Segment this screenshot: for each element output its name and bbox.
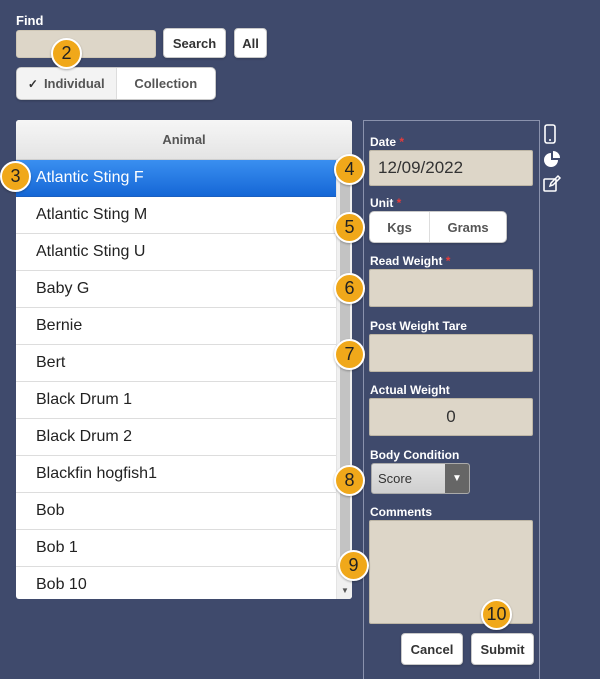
body-condition-label: Body Condition — [370, 448, 460, 462]
cancel-button[interactable]: Cancel — [401, 633, 463, 665]
dropdown-arrow-icon: ▼ — [445, 464, 469, 493]
read-weight-label: Read Weight * — [370, 254, 451, 268]
callout-3: 3 — [0, 161, 31, 192]
list-item[interactable]: Atlantic Sting M — [16, 197, 336, 234]
list-item[interactable]: Bob — [16, 493, 336, 530]
body-condition-value: Score — [378, 471, 412, 486]
unit-label: Unit * — [370, 196, 402, 210]
animal-list-header[interactable]: Animal — [16, 120, 352, 160]
comments-label: Comments — [370, 505, 433, 519]
all-button[interactable]: All — [234, 28, 267, 58]
list-item[interactable]: Bernie — [16, 308, 336, 345]
callout-9: 9 — [338, 550, 369, 581]
find-label: Find — [16, 13, 44, 28]
mobile-icon[interactable] — [543, 124, 557, 149]
list-item[interactable]: Atlantic Sting U — [16, 234, 336, 271]
check-icon: ✓ — [27, 76, 38, 91]
list-item[interactable]: Baby G — [16, 271, 336, 308]
animal-list: Animal Atlantic Sting F Atlantic Sting M… — [16, 120, 352, 599]
actual-weight-label: Actual Weight — [370, 383, 450, 397]
callout-5: 5 — [334, 212, 365, 243]
list-item[interactable]: Bob 10 — [16, 567, 336, 599]
list-item[interactable]: Black Drum 1 — [16, 382, 336, 419]
callout-4: 4 — [334, 154, 365, 185]
callout-2: 2 — [51, 38, 82, 69]
individual-option[interactable]: ✓ Individual — [17, 68, 116, 99]
date-field[interactable]: 12/09/2022 — [369, 150, 533, 186]
pie-chart-icon[interactable] — [542, 150, 562, 175]
list-item[interactable]: Blackfin hogfish1 — [16, 456, 336, 493]
actual-weight-field: 0 — [369, 398, 533, 436]
unit-kgs-option[interactable]: Kgs — [370, 212, 429, 242]
list-item[interactable]: Bert — [16, 345, 336, 382]
mode-toggle: ✓ Individual Collection — [16, 67, 216, 100]
search-button[interactable]: Search — [163, 28, 226, 58]
callout-10: 10 — [481, 599, 512, 630]
edit-icon[interactable] — [542, 174, 562, 199]
list-item[interactable]: Bob 1 — [16, 530, 336, 567]
required-mark: * — [445, 254, 451, 268]
post-weight-tare-label: Post Weight Tare — [370, 319, 467, 333]
scroll-down-icon[interactable]: ▼ — [341, 586, 349, 595]
individual-label: Individual — [43, 76, 105, 91]
find-input[interactable] — [16, 30, 156, 58]
read-weight-field[interactable] — [369, 269, 533, 307]
list-item[interactable]: Black Drum 2 — [16, 419, 336, 456]
list-item[interactable]: Atlantic Sting F — [16, 160, 336, 197]
collection-option[interactable]: Collection — [115, 68, 216, 99]
post-weight-tare-field[interactable] — [369, 334, 533, 372]
required-mark: * — [399, 135, 405, 149]
body-condition-select[interactable]: Score ▼ — [371, 463, 470, 494]
required-mark: * — [396, 196, 402, 210]
callout-7: 7 — [334, 339, 365, 370]
callout-8: 8 — [334, 465, 365, 496]
callout-6: 6 — [334, 273, 365, 304]
unit-grams-option[interactable]: Grams — [429, 212, 506, 242]
submit-button[interactable]: Submit — [471, 633, 534, 665]
date-label: Date * — [370, 135, 405, 149]
animal-list-body: Atlantic Sting F Atlantic Sting M Atlant… — [16, 160, 352, 599]
unit-toggle: Kgs Grams — [369, 211, 507, 243]
